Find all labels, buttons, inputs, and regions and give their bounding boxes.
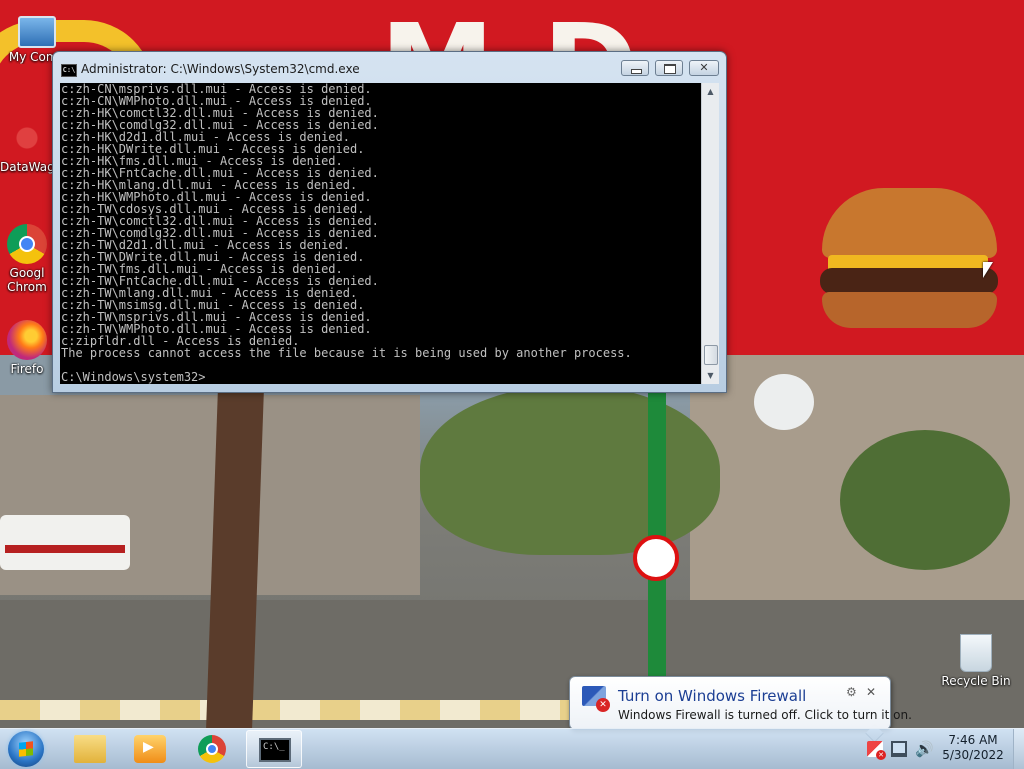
maximize-button[interactable] [655, 60, 683, 76]
show-desktop-button[interactable] [1013, 729, 1024, 769]
wrench-icon[interactable]: ⚙ [846, 685, 860, 699]
console-line: The process cannot access the file becau… [61, 346, 632, 360]
cmd-window[interactable]: C:\ Administrator: C:\Windows\System32\c… [52, 51, 727, 393]
clock[interactable]: 7:46 AM 5/30/2022 [940, 733, 1006, 763]
network-icon[interactable] [891, 741, 907, 757]
folder-icon [74, 735, 106, 763]
taskbar-command-prompt[interactable]: C:\_ [246, 730, 302, 768]
system-tray: 🔊 7:46 AM 5/30/2022 [862, 729, 1024, 769]
clock-date: 5/30/2022 [942, 748, 1004, 762]
scroll-down-icon[interactable]: ▼ [702, 367, 719, 384]
clock-time: 7:46 AM [948, 733, 998, 747]
cmd-titlebar[interactable]: C:\ Administrator: C:\Windows\System32\c… [53, 52, 726, 82]
volume-icon[interactable]: 🔊 [915, 741, 934, 757]
datawag-icon [7, 118, 47, 158]
cmd-window-title: Administrator: C:\Windows\System32\cmd.e… [81, 62, 360, 76]
minimize-button[interactable] [621, 60, 649, 76]
close-icon: ✕ [699, 61, 709, 74]
notification-title[interactable]: Turn on Windows Firewall [618, 687, 806, 705]
taskbar-google-chrome[interactable] [184, 730, 240, 768]
recycle-bin-icon [960, 634, 992, 672]
console-line: C:\Windows\system32> [61, 370, 206, 384]
desktop-icon-label: Googl [9, 266, 45, 280]
maximize-icon [664, 64, 676, 74]
desktop-icon-firefox[interactable]: Firefo [0, 320, 54, 376]
cmd-icon: C:\_ [259, 738, 291, 762]
firewall-flag-icon [582, 686, 610, 712]
console-text: c:zh-CN\msprivs.dll.mui - Access is deni… [60, 83, 701, 383]
firewall-notification[interactable]: Turn on Windows Firewall Windows Firewal… [569, 676, 912, 730]
action-center-flag-icon[interactable] [867, 741, 886, 760]
taskbar: C:\_ 🔊 7:46 AM 5/30/2022 [0, 728, 1024, 769]
taskbar-windows-explorer[interactable] [62, 730, 118, 768]
notification-body[interactable]: Windows Firewall is turned off. Click to… [618, 708, 912, 722]
cmd-icon: C:\ [61, 64, 77, 77]
scrollbar-thumb[interactable] [704, 345, 718, 365]
chrome-icon [198, 735, 226, 763]
desktop-icon-label: DataWag [0, 160, 54, 174]
close-button[interactable]: ✕ [689, 60, 719, 76]
minimize-icon [631, 69, 642, 74]
desktop-icon-label: Firefo [10, 362, 44, 376]
taskbar-media-player[interactable] [122, 730, 178, 768]
console-output[interactable]: c:zh-CN\msprivs.dll.mui - Access is deni… [60, 83, 701, 384]
desktop-icon-label: Recycle Bin [941, 674, 1011, 688]
desktop-icon-label-line2: Chrom [7, 280, 47, 294]
desktop-icon-recycle-bin[interactable]: Recycle Bin [940, 634, 1012, 688]
close-icon[interactable]: ✕ [864, 685, 878, 699]
start-button[interactable] [8, 731, 44, 767]
scroll-up-icon[interactable]: ▲ [702, 83, 719, 100]
desktop-icon-google-chrome[interactable]: Googl Chrom [0, 224, 54, 294]
mouse-cursor-icon [983, 262, 993, 278]
computer-icon [18, 16, 56, 48]
vertical-scrollbar[interactable]: ▲ ▼ [701, 83, 719, 384]
chrome-icon [7, 224, 47, 264]
desktop-icon-datawag[interactable]: DataWag [0, 118, 54, 174]
media-player-icon [134, 735, 166, 763]
firefox-icon [7, 320, 47, 360]
